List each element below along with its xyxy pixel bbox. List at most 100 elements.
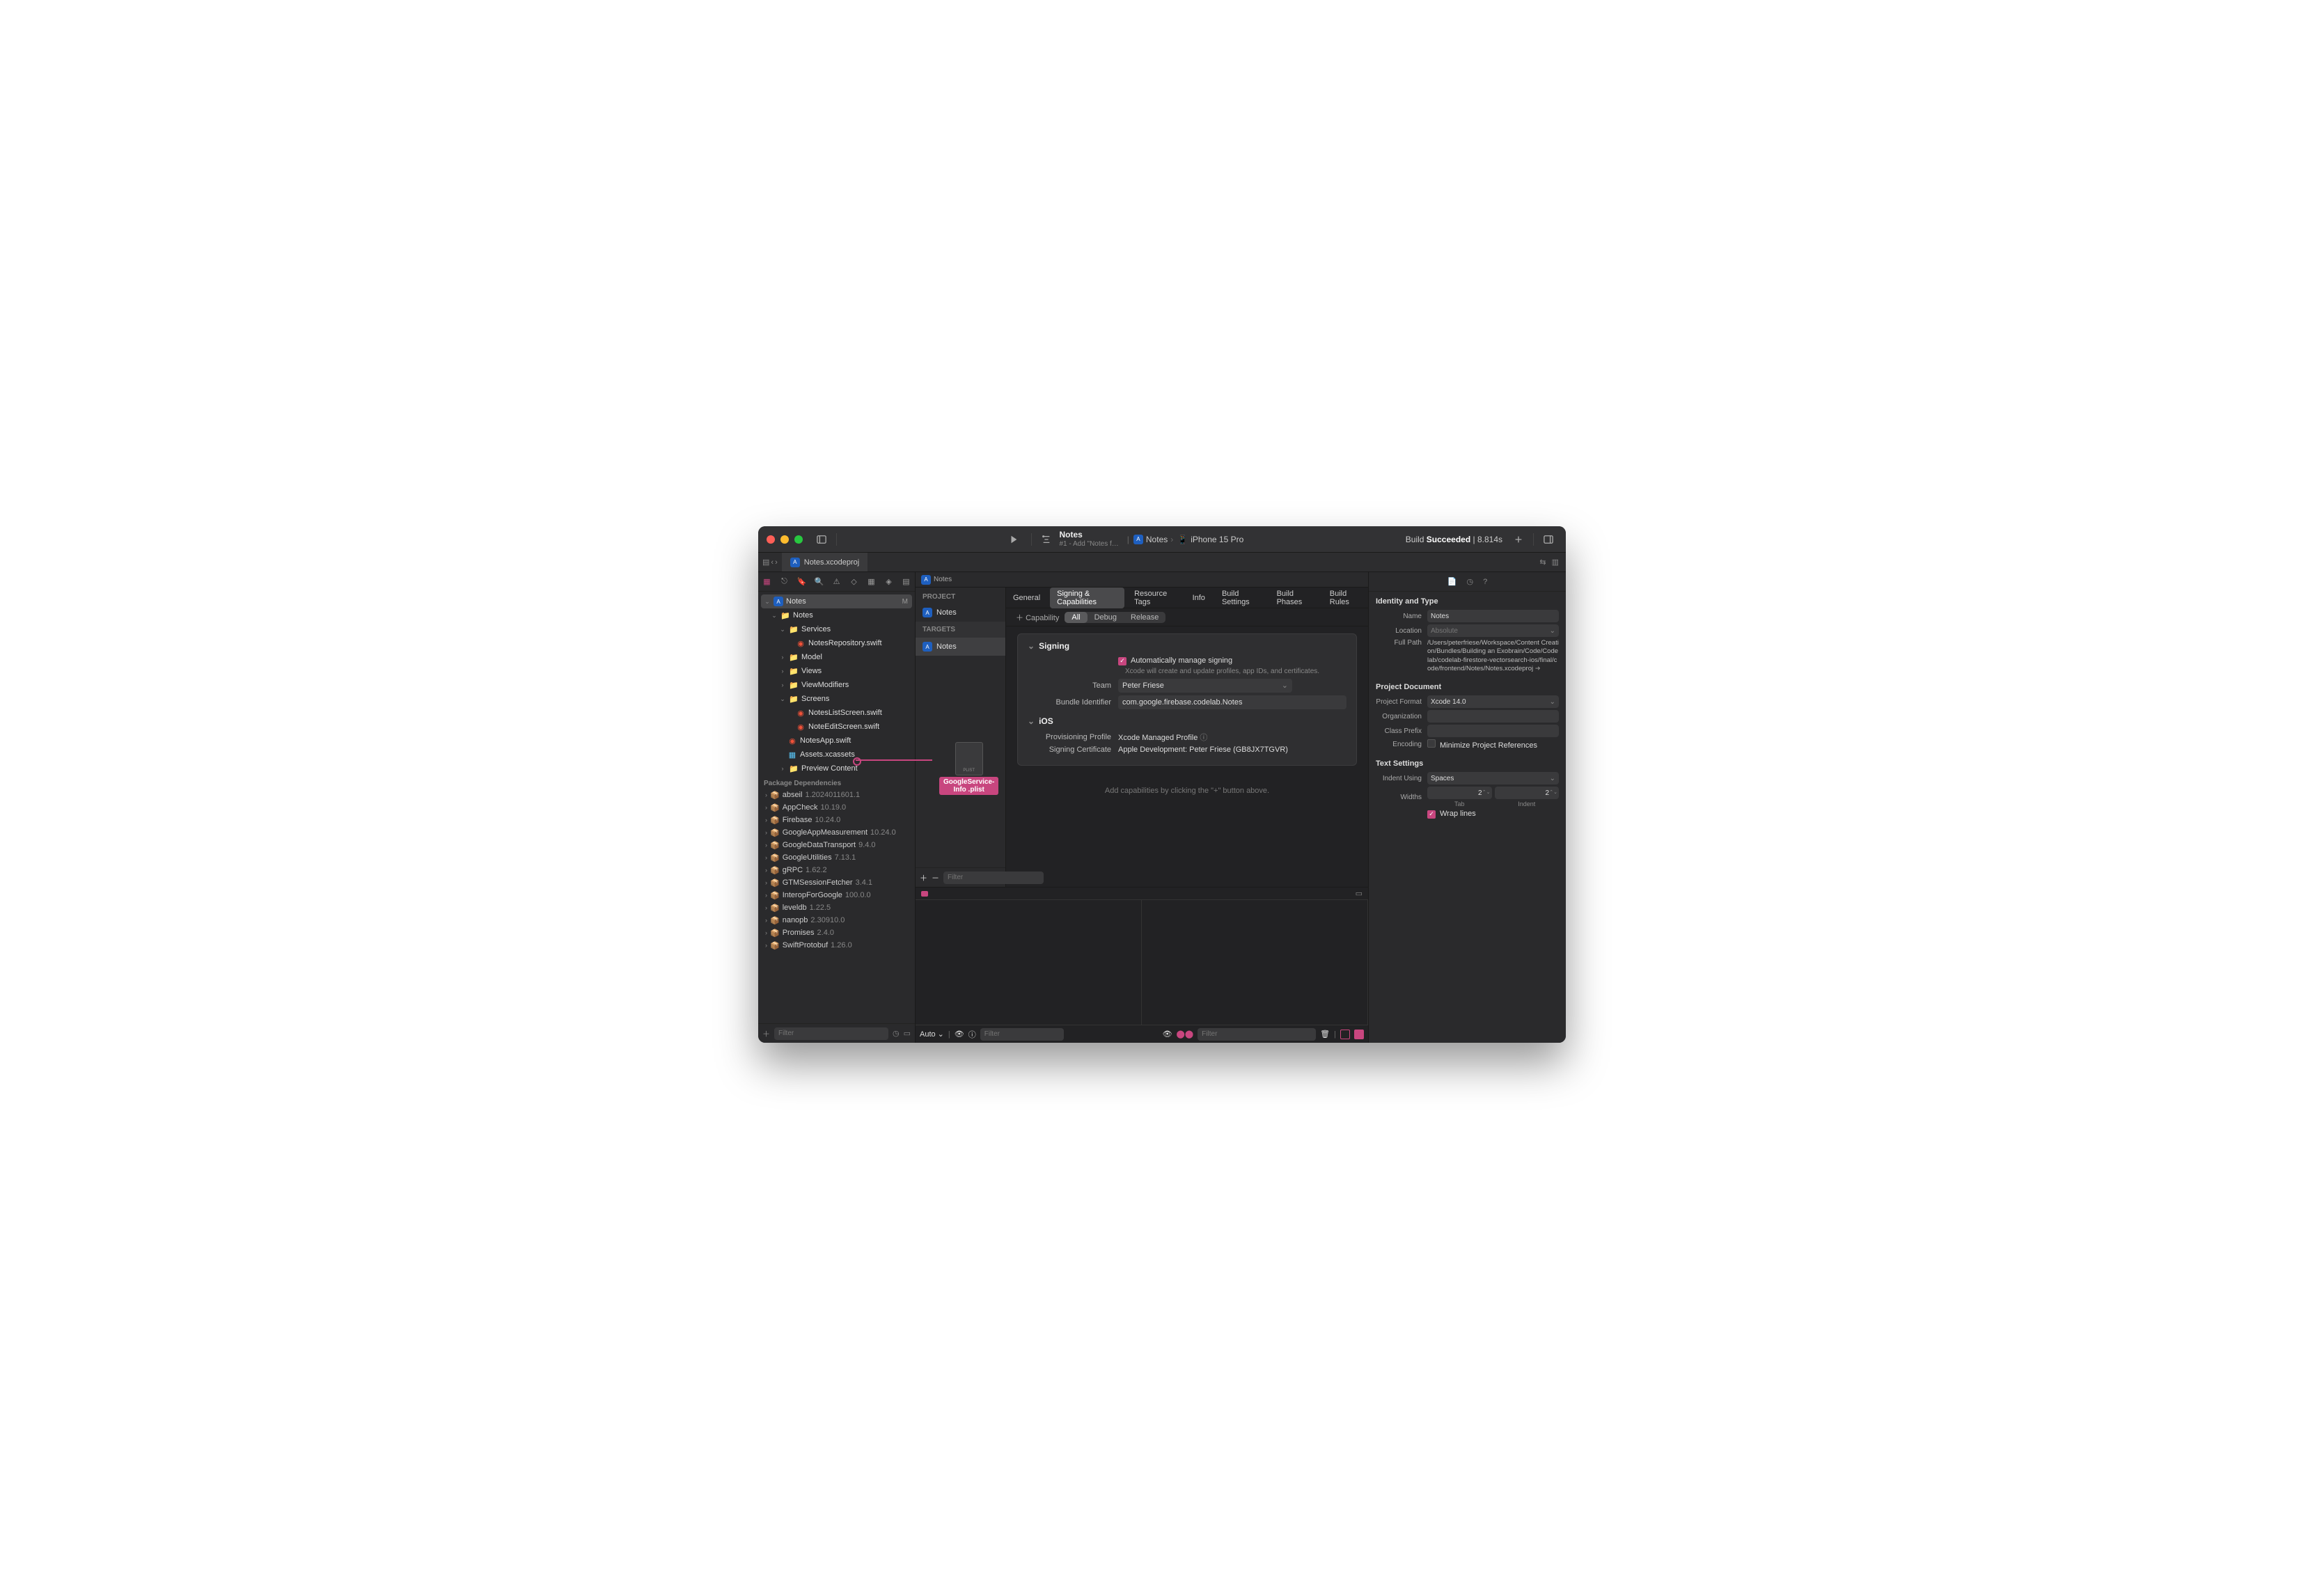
bookmark-navigator-icon[interactable]: 🔖 <box>796 577 808 586</box>
tab-width-stepper[interactable]: 2 <box>1427 787 1492 799</box>
info-icon[interactable]: ⓘ <box>1200 734 1207 742</box>
tab-build-settings[interactable]: Build Settings <box>1215 588 1267 608</box>
bundle-identifier-input[interactable] <box>1118 695 1346 709</box>
traffic-lights[interactable] <box>767 535 803 544</box>
tab-build-phases[interactable]: Build Phases <box>1270 588 1320 608</box>
tree-folder-views[interactable]: ›📁Views <box>758 664 915 678</box>
remove-target-button[interactable]: － <box>932 872 939 883</box>
tree-folder-services[interactable]: ⌄📁Services <box>758 622 915 636</box>
console-pane[interactable] <box>1142 900 1368 1025</box>
package-promises[interactable]: ›📦Promises 2.4.0 <box>758 927 915 939</box>
help-inspector-icon[interactable]: ? <box>1483 578 1487 586</box>
tree-folder-notes[interactable]: ⌄📁Notes <box>758 608 915 622</box>
debug-tab-indicator[interactable] <box>921 891 928 897</box>
minimize-refs-checkbox[interactable] <box>1427 739 1436 748</box>
refresh-icon[interactable]: ⇆ <box>1539 558 1546 567</box>
breakpoint-navigator-icon[interactable]: ◈ <box>883 577 895 586</box>
add-button[interactable] <box>1509 532 1528 547</box>
project-format-popup[interactable]: Xcode 14.0 <box>1427 695 1559 708</box>
navigator-filter-input[interactable] <box>774 1027 888 1040</box>
project-tree[interactable]: ⌄ANotesM ⌄📁Notes ⌄📁Services ◉NotesReposi… <box>758 592 915 1023</box>
test-navigator-icon[interactable]: ◇ <box>848 577 861 586</box>
indent-using-popup[interactable]: Spaces <box>1427 772 1559 784</box>
console-filter-input[interactable] <box>1198 1028 1316 1041</box>
scheme-selector[interactable]: | A Notes › 📱 iPhone 15 Pro <box>1127 535 1244 544</box>
scm-filter-icon[interactable]: ▭ <box>904 1029 911 1038</box>
package-grpc[interactable]: ›📦gRPC 1.62.2 <box>758 864 915 876</box>
package-nanopb[interactable]: ›📦nanopb 2.30910.0 <box>758 914 915 927</box>
metrics-icon[interactable]: ⬤⬤ <box>1177 1030 1194 1039</box>
package-firebase[interactable]: ›📦Firebase 10.24.0 <box>758 814 915 826</box>
history-inspector-icon[interactable]: ◷ <box>1466 577 1473 586</box>
eye-icon[interactable]: 👁 <box>955 1030 964 1039</box>
file-inspector-icon[interactable]: 📄 <box>1447 577 1457 586</box>
disclosure-icon[interactable]: ⌄ <box>1028 716 1035 726</box>
toggle-console-button[interactable] <box>1354 1030 1364 1039</box>
report-navigator-icon[interactable]: ▤ <box>900 577 913 586</box>
tree-file-noteslistscreen[interactable]: ◉NotesListScreen.swift <box>758 706 915 720</box>
package-leveldb[interactable]: ›📦leveldb 1.22.5 <box>758 901 915 914</box>
package-googledatatransport[interactable]: ›📦GoogleDataTransport 9.4.0 <box>758 839 915 851</box>
package-appcheck[interactable]: ›📦AppCheck 10.19.0 <box>758 801 915 814</box>
tab-resource-tags[interactable]: Resource Tags <box>1127 588 1182 608</box>
auto-popup[interactable]: Auto ⌄ <box>920 1030 944 1039</box>
jump-bar[interactable]: A Notes <box>916 572 1368 588</box>
tab-signing[interactable]: Signing & Capabilities <box>1050 588 1124 608</box>
related-items-icon[interactable]: ▤ <box>762 558 769 567</box>
show-debug-icon[interactable]: ▭ <box>1356 889 1363 898</box>
toggle-variables-button[interactable] <box>1340 1030 1350 1039</box>
info-icon[interactable]: ⓘ <box>968 1029 976 1040</box>
recent-filter-icon[interactable]: ◷ <box>893 1029 900 1038</box>
disclosure-icon[interactable]: ⌄ <box>1028 641 1035 651</box>
package-googleappmeasurement[interactable]: ›📦GoogleAppMeasurement 10.24.0 <box>758 826 915 839</box>
package-googleutilities[interactable]: ›📦GoogleUtilities 7.13.1 <box>758 851 915 864</box>
forward-button[interactable]: › <box>775 558 778 567</box>
add-target-button[interactable]: ＋ <box>920 872 927 883</box>
maximize-button[interactable] <box>794 535 803 544</box>
tree-file-notesrepository[interactable]: ◉NotesRepository.swift <box>758 636 915 650</box>
tab-info[interactable]: Info <box>1186 592 1212 604</box>
close-button[interactable] <box>767 535 775 544</box>
package-abseil[interactable]: ›📦abseil 1.2024011601.1 <box>758 789 915 801</box>
back-button[interactable]: ‹ <box>771 558 774 567</box>
auto-manage-checkbox[interactable]: ✓ <box>1118 657 1126 665</box>
reveal-icon[interactable]: ➜ <box>1535 665 1541 672</box>
run-button[interactable] <box>1005 532 1023 547</box>
debug-navigator-icon[interactable]: ▦ <box>865 577 878 586</box>
tree-folder-preview[interactable]: ›📁Preview Content <box>758 762 915 775</box>
target-item-notes[interactable]: ANotes <box>916 638 1005 656</box>
class-prefix-input[interactable] <box>1427 725 1559 737</box>
wrap-lines-checkbox[interactable]: ✓ <box>1427 810 1436 819</box>
library-button[interactable] <box>1539 532 1557 547</box>
location-popup[interactable]: Absolute <box>1427 624 1559 637</box>
team-popup[interactable]: Peter Friese <box>1118 679 1292 693</box>
organization-input[interactable] <box>1427 710 1559 723</box>
add-files-button[interactable]: ＋ <box>762 1028 770 1039</box>
tree-file-notesapp[interactable]: ◉NotesApp.swift <box>758 734 915 748</box>
scheme-icon[interactable] <box>1037 532 1055 547</box>
variables-pane[interactable] <box>916 900 1142 1025</box>
tab-general[interactable]: General <box>1006 592 1047 604</box>
eye-icon[interactable]: 👁 <box>1163 1030 1172 1039</box>
tree-folder-model[interactable]: ›📁Model <box>758 650 915 664</box>
minimize-button[interactable] <box>780 535 789 544</box>
editor-options-icon[interactable]: ▥ <box>1552 558 1559 567</box>
tab-build-rules[interactable]: Build Rules <box>1323 588 1368 608</box>
variables-filter-input[interactable] <box>980 1028 1064 1041</box>
tree-folder-viewmodifiers[interactable]: ›📁ViewModifiers <box>758 678 915 692</box>
package-swiftprotobuf[interactable]: ›📦SwiftProtobuf 1.26.0 <box>758 939 915 952</box>
indent-width-stepper[interactable]: 2 <box>1495 787 1560 799</box>
project-item-notes[interactable]: ANotes <box>916 604 1005 622</box>
package-gtmsessionfetcher[interactable]: ›📦GTMSessionFetcher 3.4.1 <box>758 876 915 889</box>
tree-file-noteeditscreen[interactable]: ◉NoteEditScreen.swift <box>758 720 915 734</box>
issue-navigator-icon[interactable]: ⚠ <box>831 577 843 586</box>
source-control-navigator-icon[interactable]: ⎋ <box>778 577 791 586</box>
add-capability-button[interactable]: ＋ Capability <box>1016 612 1059 623</box>
tree-folder-screens[interactable]: ⌄📁Screens <box>758 692 915 706</box>
trash-icon[interactable]: 🗑 <box>1320 1030 1330 1039</box>
package-interopforgoogle[interactable]: ›📦InteropForGoogle 100.0.0 <box>758 889 915 901</box>
config-segment[interactable]: All Debug Release <box>1065 612 1165 623</box>
tree-root-notes[interactable]: ⌄ANotesM <box>761 594 912 608</box>
name-input[interactable] <box>1427 610 1559 622</box>
find-navigator-icon[interactable]: 🔍 <box>813 577 826 586</box>
